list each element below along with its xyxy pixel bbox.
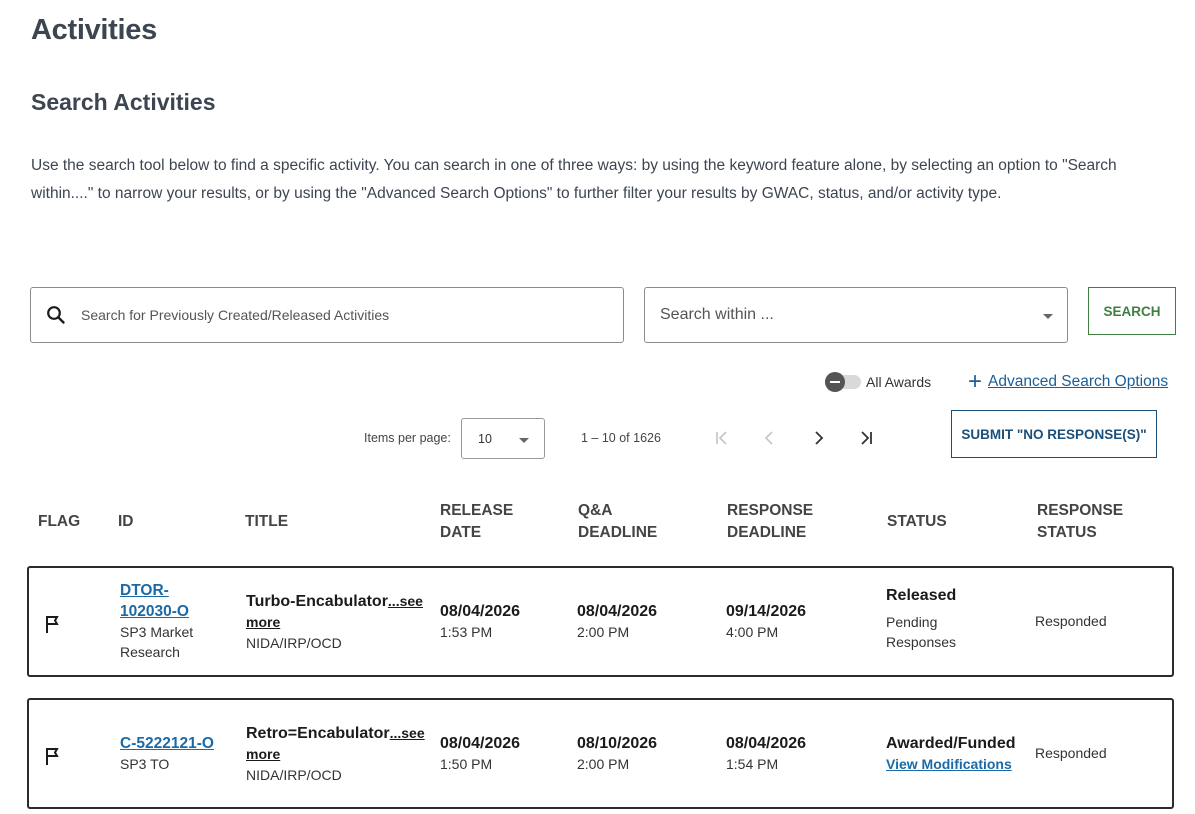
- response-status: Responded: [1035, 745, 1107, 761]
- status-label: Awarded/Funded: [886, 735, 1016, 752]
- items-per-page-label: Items per page:: [364, 431, 451, 445]
- status-cell: Released Pending Responses: [886, 585, 956, 652]
- release-time: 1:50 PM: [440, 756, 493, 772]
- qa-deadline-cell: 08/10/2026 2:00 PM: [577, 733, 657, 775]
- search-field[interactable]: [30, 287, 624, 343]
- column-header-label: DATE: [440, 524, 482, 541]
- activity-type: SP3 TO: [120, 756, 170, 772]
- activity-id-link[interactable]: DTOR-: [120, 580, 193, 601]
- search-input[interactable]: [81, 307, 601, 323]
- qa-date: 08/04/2026: [577, 603, 658, 620]
- column-header-label: DEADLINE: [727, 524, 807, 541]
- chevron-right-icon[interactable]: [805, 425, 831, 451]
- advanced-search-link[interactable]: + Advanced Search Options: [968, 368, 1168, 395]
- column-header-label: STATUS: [1037, 524, 1097, 541]
- activity-type: SP3 Market: [120, 624, 194, 640]
- id-cell: DTOR- 102030-O SP3 Market Research: [120, 580, 193, 662]
- activity-title: Turbo-Encabulator: [246, 593, 388, 610]
- advanced-search-label[interactable]: Advanced Search Options: [988, 373, 1168, 391]
- chevron-down-icon: [1043, 314, 1053, 319]
- column-header-flag[interactable]: FLAG: [38, 511, 80, 533]
- search-button[interactable]: SEARCH: [1088, 287, 1176, 335]
- qa-time: 2:00 PM: [577, 624, 630, 640]
- response-time: 4:00 PM: [726, 624, 779, 640]
- pager-range: 1 – 10 of 1626: [581, 431, 661, 445]
- see-more-link[interactable]: ...see: [388, 593, 423, 609]
- column-header-label: RESPONSE: [1037, 502, 1124, 519]
- search-within-label: Search within ...: [660, 306, 774, 323]
- release-date-cell: 08/04/2026 1:53 PM: [440, 601, 520, 643]
- see-more-link[interactable]: ...see: [390, 725, 425, 741]
- column-header-status[interactable]: STATUS: [887, 511, 947, 533]
- column-header-id[interactable]: ID: [118, 511, 134, 533]
- column-header-response-deadline[interactable]: RESPONSE DEADLINE: [727, 500, 813, 544]
- page-title: Activities: [31, 14, 157, 46]
- all-awards-label: All Awards: [866, 374, 932, 390]
- intro-text: Use the search tool below to find a spec…: [31, 157, 1117, 202]
- section-title: Search Activities: [31, 89, 216, 115]
- items-per-page-select[interactable]: 10: [461, 418, 545, 459]
- response-deadline-cell: 08/04/2026 1:54 PM: [726, 733, 806, 775]
- flag-icon[interactable]: [44, 746, 62, 771]
- items-per-page-value: 10: [478, 431, 492, 446]
- status-label: Released: [886, 587, 957, 604]
- column-header-response-status[interactable]: RESPONSE STATUS: [1037, 500, 1123, 544]
- qa-deadline-cell: 08/04/2026 2:00 PM: [577, 601, 657, 643]
- activity-org: NIDA/IRP/OCD: [246, 767, 342, 783]
- column-header-qa-deadline[interactable]: Q&A DEADLINE: [578, 500, 657, 544]
- column-header-label: TITLE: [245, 513, 289, 530]
- activity-id-link[interactable]: 102030-O: [120, 601, 193, 622]
- toggle-track[interactable]: [825, 372, 861, 392]
- chevron-left-icon[interactable]: [757, 425, 783, 451]
- table-row[interactable]: C-5222121-O SP3 TO Retro=Encabulator...s…: [27, 698, 1174, 809]
- submit-no-response-button[interactable]: SUBMIT "NO RESPONSE(S)": [951, 410, 1157, 458]
- column-header-label: STATUS: [887, 513, 947, 530]
- flag-icon[interactable]: [44, 614, 62, 639]
- title-cell: Turbo-Encabulator...see more NIDA/IRP/OC…: [246, 591, 423, 654]
- release-time: 1:53 PM: [440, 624, 493, 640]
- status-sub: Pending: [886, 614, 938, 630]
- response-date: 08/04/2026: [726, 735, 807, 752]
- column-header-title[interactable]: TITLE: [245, 511, 288, 533]
- column-header-label: ID: [118, 513, 134, 530]
- column-header-label: RESPONSE: [727, 502, 814, 519]
- activity-org: NIDA/IRP/OCD: [246, 635, 342, 651]
- id-cell: C-5222121-O SP3 TO: [120, 733, 214, 774]
- activity-title: Retro=Encabulator: [246, 725, 390, 742]
- column-header-label: RELEASE: [440, 502, 514, 519]
- title-cell: Retro=Encabulator...see more NIDA/IRP/OC…: [246, 723, 425, 786]
- release-date: 08/04/2026: [440, 603, 521, 620]
- qa-date: 08/10/2026: [577, 735, 658, 752]
- see-more-link[interactable]: more: [246, 744, 425, 765]
- plus-icon: +: [968, 368, 983, 395]
- see-more-link[interactable]: more: [246, 612, 423, 633]
- search-icon: [31, 305, 77, 325]
- response-deadline-cell: 09/14/2026 4:00 PM: [726, 601, 806, 643]
- status-sub: Responses: [886, 634, 957, 650]
- chevron-down-icon: [519, 437, 529, 443]
- column-header-label: DEADLINE: [578, 524, 658, 541]
- table-row[interactable]: DTOR- 102030-O SP3 Market Research Turbo…: [27, 566, 1174, 677]
- activity-id-link[interactable]: C-5222121-O: [120, 733, 214, 754]
- first-page-icon[interactable]: [709, 425, 735, 451]
- response-status: Responded: [1035, 613, 1107, 629]
- search-within-select[interactable]: Search within ...: [644, 287, 1068, 343]
- release-date: 08/04/2026: [440, 735, 521, 752]
- activity-type: Research: [120, 644, 180, 660]
- column-header-label: Q&A: [578, 502, 613, 519]
- release-date-cell: 08/04/2026 1:50 PM: [440, 733, 520, 775]
- toggle-knob[interactable]: [825, 372, 845, 392]
- qa-time: 2:00 PM: [577, 756, 630, 772]
- view-modifications-link[interactable]: View Modifications: [886, 754, 1016, 775]
- status-cell: Awarded/Funded View Modifications: [886, 733, 1016, 775]
- response-date: 09/14/2026: [726, 603, 807, 620]
- last-page-icon[interactable]: [853, 425, 879, 451]
- column-header-release-date[interactable]: RELEASE DATE: [440, 500, 513, 544]
- response-time: 1:54 PM: [726, 756, 779, 772]
- all-awards-toggle[interactable]: All Awards: [825, 372, 932, 392]
- column-header-label: FLAG: [38, 513, 81, 530]
